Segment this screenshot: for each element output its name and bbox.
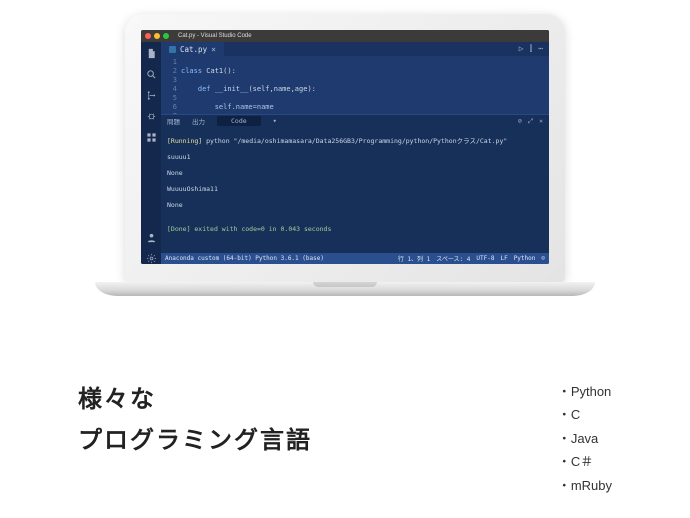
caption-section: 様々な プログラミング言語 Python C Java C＃ mRuby [78,380,612,497]
more-icon[interactable]: ⋯ [538,44,543,54]
search-icon[interactable] [146,69,157,80]
editor-area: Cat.py × ▷ ⫿ ⋯ 1 2 3 [161,42,549,264]
terminal-dropdown[interactable]: Code [217,116,261,126]
status-cursor[interactable]: 行 1、列 1 [398,254,430,263]
status-feedback-icon[interactable]: ☺ [541,255,545,262]
language-list: Python C Java C＃ mRuby [558,380,612,497]
status-spaces[interactable]: スペース: 4 [436,254,470,263]
terminal-tab-problems[interactable]: 問題 [167,116,180,126]
maximize-icon[interactable] [163,33,169,39]
terminal-output: [Running] python "/media/oshimamasara/Da… [161,127,549,253]
status-eol[interactable]: LF [500,255,507,262]
status-lang[interactable]: Python [514,255,536,262]
chevron-down-icon[interactable]: ▾ [273,117,277,125]
window-titlebar: Cat.py - Visual Studio Code [141,30,549,42]
debug-icon[interactable] [146,111,157,122]
account-icon[interactable] [146,232,157,243]
python-file-icon [169,46,176,53]
source-control-icon[interactable] [146,90,157,101]
clear-icon[interactable]: ⊘ [518,117,522,126]
list-item: C [558,403,612,426]
laptop-mockup: Cat.py - Visual Studio Code [125,14,565,296]
status-bar: Anaconda custom (64-bit) Python 3.6.1 (b… [161,253,549,264]
close-panel-icon[interactable]: × [539,117,543,126]
caption-heading: 様々な プログラミング言語 [78,380,312,462]
line-gutter: 1 2 3 4 5 6 7 8 9 10 11 12 [161,56,181,114]
minimize-icon[interactable] [154,33,160,39]
status-interpreter[interactable]: Anaconda custom (64-bit) Python 3.6.1 (b… [165,255,324,262]
laptop-screen: Cat.py - Visual Studio Code [141,30,549,264]
status-encoding[interactable]: UTF-8 [476,255,494,262]
terminal-tabs: 問題 出力 Code ▾ ⊘ ⤢ × [161,115,549,127]
list-item: C＃ [558,450,612,473]
laptop-bezel: Cat.py - Visual Studio Code [125,14,565,282]
laptop-base [95,282,595,296]
vscode-window: Cat.py × ▷ ⫿ ⋯ 1 2 3 [141,42,549,264]
files-icon[interactable] [146,48,157,59]
editor-tabbar: Cat.py × ▷ ⫿ ⋯ [161,42,549,56]
terminal-panel: 問題 出力 Code ▾ ⊘ ⤢ × [Running] python "/me… [161,114,549,253]
close-icon[interactable] [145,33,151,39]
lock-icon[interactable]: ⤢ [528,117,533,126]
tab-cat-py[interactable]: Cat.py × [161,42,224,56]
split-editor-icon[interactable]: ⫿ [530,44,533,54]
list-item: mRuby [558,474,612,497]
close-icon[interactable]: × [211,45,216,54]
window-title: Cat.py - Visual Studio Code [178,33,252,39]
code-editor[interactable]: 1 2 3 4 5 6 7 8 9 10 11 12 [161,56,549,114]
list-item: Java [558,427,612,450]
extensions-icon[interactable] [146,132,157,143]
code-content: class Cat1(): def __init__(self,name,age… [181,56,354,114]
activity-bar [141,42,161,264]
run-icon[interactable]: ▷ [519,44,524,54]
list-item: Python [558,380,612,403]
terminal-tab-output[interactable]: 出力 [192,116,205,126]
tab-filename: Cat.py [180,45,207,54]
gear-icon[interactable] [146,253,157,264]
laptop-notch [313,282,377,287]
